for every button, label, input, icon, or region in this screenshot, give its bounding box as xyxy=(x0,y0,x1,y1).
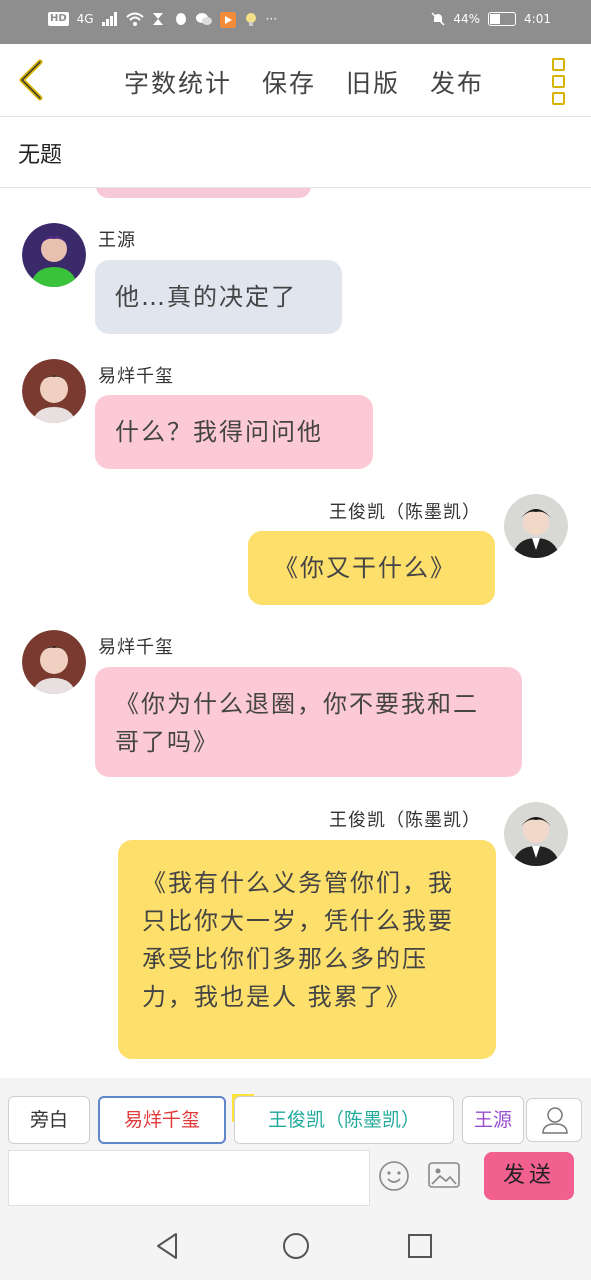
add-role-button[interactable] xyxy=(526,1098,582,1142)
nav-home-button[interactable] xyxy=(280,1230,312,1262)
story-title: 无题 xyxy=(18,143,63,168)
nav-recent-button[interactable] xyxy=(404,1230,436,1262)
battery-fill xyxy=(490,14,501,24)
triangle-back-icon xyxy=(157,1233,177,1259)
old-version-button[interactable]: 旧版 xyxy=(346,64,400,100)
message-input[interactable] xyxy=(8,1150,370,1206)
emoji-button[interactable] xyxy=(378,1160,410,1192)
word-count-button[interactable]: 字数统计 xyxy=(124,64,232,100)
qq-icon xyxy=(174,12,188,26)
publish-button[interactable]: 发布 xyxy=(430,64,484,100)
story-title-row[interactable]: 无题 xyxy=(0,117,591,188)
message-bubble[interactable]: 什么？我得问问他 xyxy=(95,395,373,469)
message-bubble[interactable]: 《你为什么退圈，你不要我和二哥了吗》 xyxy=(95,667,522,777)
back-button[interactable] xyxy=(12,58,52,102)
message-bubble[interactable]: 他…真的决定了 xyxy=(95,260,342,334)
speaker-name: 王源 xyxy=(98,230,136,251)
chat-area[interactable]: 王源 他…真的决定了 易烊千玺 什么？我得问问他 王俊凯（陈墨凯） 《你又干什么… xyxy=(0,188,591,1078)
person-icon xyxy=(542,1107,568,1134)
avatar-wang-junkai[interactable] xyxy=(504,802,568,866)
smiley-icon xyxy=(379,1161,409,1191)
bulb-icon xyxy=(244,12,258,26)
image-icon xyxy=(428,1162,460,1188)
speaker-name: 易烊千玺 xyxy=(98,366,174,387)
role-narration-chip[interactable]: 旁白 xyxy=(8,1096,90,1144)
send-button[interactable]: 发送 xyxy=(484,1152,574,1200)
role-yi-chip[interactable]: 易烊千玺 xyxy=(98,1096,226,1144)
speaker-name: 王俊凯（陈墨凯） xyxy=(329,810,481,831)
avatar-wang-junkai[interactable] xyxy=(504,494,568,558)
system-nav-bar xyxy=(0,1208,591,1280)
top-nav: 字数统计 保存 旧版 发布 xyxy=(0,44,591,117)
more-notifications: ··· xyxy=(265,12,278,26)
message-bubble[interactable]: 《你又干什么》 xyxy=(248,531,495,605)
avatar-yi-yangqianxi[interactable] xyxy=(22,359,86,423)
avatar-yi-yangqianxi[interactable] xyxy=(22,630,86,694)
chevron-left-icon xyxy=(19,59,43,101)
battery-icon xyxy=(488,12,517,26)
nav-actions: 字数统计 保存 旧版 发布 xyxy=(124,64,484,100)
nav-back-button[interactable] xyxy=(152,1230,184,1262)
avatar-wang-yuan[interactable] xyxy=(22,223,86,287)
menu-dot-icon xyxy=(552,92,565,105)
input-bar: 发送 xyxy=(0,1148,591,1208)
status-right: 44% 4:01 xyxy=(431,12,551,26)
video-app-icon xyxy=(219,12,236,28)
battery-percent: 44% xyxy=(453,12,481,26)
more-menu-button[interactable] xyxy=(548,58,570,105)
role-wang-junkai-chip[interactable]: 王俊凯（陈墨凯） xyxy=(234,1096,454,1144)
role-selector: 旁白 易烊千玺 主 王俊凯（陈墨凯） 王源 xyxy=(0,1078,591,1148)
speaker-name: 易烊千玺 xyxy=(98,637,174,658)
wifi-icon xyxy=(125,12,144,26)
menu-dot-icon xyxy=(552,58,565,71)
hd-icon: HD xyxy=(48,12,69,26)
role-wang-yuan-chip[interactable]: 王源 xyxy=(462,1096,524,1144)
save-button[interactable]: 保存 xyxy=(262,64,316,100)
image-button[interactable] xyxy=(428,1162,460,1190)
signal-icon xyxy=(101,12,118,26)
network-label: 4G xyxy=(76,12,94,26)
menu-dot-icon xyxy=(552,75,565,88)
previous-message-bubble xyxy=(96,188,311,198)
status-left: HD 4G ··· xyxy=(48,12,280,28)
speaker-name: 王俊凯（陈墨凯） xyxy=(329,502,481,523)
mute-bell-icon xyxy=(431,12,445,26)
message-bubble[interactable]: 《我有什么义务管你们，我只比你大一岁，凭什么我要承受比你们多那么多的压力，我也是… xyxy=(118,840,496,1059)
wechat-icon xyxy=(195,12,212,26)
circle-home-icon xyxy=(283,1233,309,1259)
status-bar: HD 4G ··· 44% 4:01 xyxy=(0,0,591,44)
clock: 4:01 xyxy=(524,12,551,26)
square-recent-icon xyxy=(408,1234,432,1258)
hourglass-icon xyxy=(152,12,166,26)
